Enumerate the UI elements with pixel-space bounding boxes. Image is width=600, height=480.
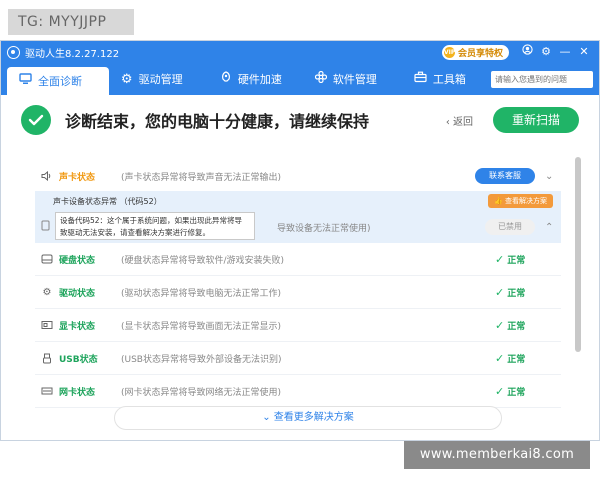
back-label: 返回: [453, 116, 473, 128]
list-item-sound[interactable]: 声卡状态 (声卡状态异常将导致声音无法正常输出) 联系客服 ⌄: [35, 161, 561, 191]
item-name: 网卡状态: [59, 387, 96, 398]
check-icon: ✓: [495, 252, 505, 266]
more-solutions-button[interactable]: ⌄ 查看更多解决方案: [114, 406, 502, 430]
item-name: 显卡状态: [59, 321, 96, 332]
error-title: 声卡设备状态异常 （代码52）: [53, 196, 162, 206]
user-icon[interactable]: [518, 44, 536, 60]
disabled-button[interactable]: 已禁用: [485, 219, 535, 235]
gear-icon: ⚙: [120, 71, 133, 87]
close-icon[interactable]: ✕: [575, 44, 593, 60]
contact-support-button[interactable]: 联系客服: [475, 168, 535, 184]
list-item-network[interactable]: 网卡状态 (网卡状态异常将导致网络无法正常使用) ✓ 正常: [35, 375, 561, 408]
title-bar: 驱动人生8.2.27.122 VIP 会员享特权 ⚙ — ✕: [1, 41, 599, 63]
app-title: 驱动人生8.2.27.122: [25, 48, 120, 60]
usb-icon: [40, 353, 54, 364]
status-label: 正常: [507, 354, 526, 365]
item-desc: (声卡状态异常将导致声音无法正常输出): [121, 172, 282, 183]
app-logo-icon: [7, 45, 20, 59]
main-nav: 全面诊断 ⚙ 驱动管理 硬件加速 软件管理 工具箱: [1, 63, 599, 95]
tab-hardware-acceleration[interactable]: 硬件加速: [208, 63, 303, 95]
list-item-harddisk[interactable]: 硬盘状态 (硬盘状态异常将导致软件/游戏安装失败) ✓ 正常: [35, 243, 561, 276]
item-name: 硬盘状态: [59, 255, 96, 266]
status-ok: ✓ 正常: [495, 253, 561, 266]
check-icon: ✓: [495, 285, 505, 299]
more-label: 查看更多解决方案: [273, 412, 354, 423]
item-desc: (硬盘状态异常将导致软件/游戏安装失败): [121, 255, 285, 266]
tab-driver-management[interactable]: ⚙ 驱动管理: [109, 63, 208, 95]
success-check-icon: [21, 105, 51, 135]
search-input[interactable]: [491, 70, 593, 88]
gear-icon[interactable]: ⚙: [537, 44, 555, 60]
list-item-driver[interactable]: ⚙ 驱动状态 (驱动状态异常将导致电脑无法正常工作) ✓ 正常: [35, 276, 561, 309]
status-label: 正常: [507, 288, 526, 299]
summary-message: 诊断结束，您的电脑十分健康，请继续保持: [65, 112, 370, 131]
toolbox-icon: [414, 71, 427, 87]
device-icon: [41, 220, 53, 234]
item-desc: (驱动状态异常将导致电脑无法正常工作): [121, 288, 282, 299]
tooltip-line: 致驱动无法安装，请查看解决方案进行修复。: [60, 228, 210, 237]
tab-label: 驱动管理: [138, 73, 183, 86]
status-label: 正常: [507, 321, 526, 332]
view-solution-button[interactable]: 👍 查看解决方案: [488, 194, 553, 208]
error-header: 声卡设备状态异常 （代码52） 👍 查看解决方案: [35, 191, 561, 211]
harddisk-icon: [40, 254, 54, 265]
tab-software-management[interactable]: 软件管理: [303, 63, 402, 95]
status-ok: ✓ 正常: [495, 352, 561, 365]
apps-icon: [314, 70, 328, 87]
site-watermark: www.memberkai8.com: [404, 441, 590, 469]
tab-label: 工具箱: [432, 73, 466, 86]
status-label: 正常: [507, 387, 526, 398]
error-device-row: 导致设备无法正常使用) 已禁用 ⌃ 设备代码52：这个属于系统问题，如果出现此异…: [35, 211, 561, 243]
item-desc: (网卡状态异常将导致网络无法正常使用): [121, 387, 282, 398]
item-name: 驱动状态: [59, 288, 96, 299]
solve-label: 查看解决方案: [505, 197, 547, 205]
chevron-up-icon[interactable]: ⌃: [545, 222, 555, 233]
minimize-icon[interactable]: —: [556, 44, 574, 60]
item-desc: (显卡状态异常将导致画面无法正常显示): [121, 321, 282, 332]
item-desc: (USB状态异常将导致外部设备无法识别): [121, 354, 282, 365]
diagnosis-summary: 诊断结束，您的电脑十分健康，请继续保持 ‹ 返回 重新扫描: [1, 95, 599, 145]
vip-label: 会员享特权: [457, 48, 503, 59]
tab-full-diagnosis[interactable]: 全面诊断: [7, 67, 109, 95]
list-scrollbar[interactable]: [575, 157, 581, 352]
app-window: 驱动人生8.2.27.122 VIP 会员享特权 ⚙ — ✕ 全面诊断 ⚙ 驱动…: [0, 40, 600, 441]
diagnosis-list: 声卡状态 (声卡状态异常将导致声音无法正常输出) 联系客服 ⌄ 声卡设备状态异常…: [35, 161, 561, 408]
status-label: 正常: [507, 255, 526, 266]
item-name: 声卡状态: [59, 172, 96, 183]
rocket-icon: [220, 71, 232, 87]
back-link[interactable]: ‹ 返回: [446, 113, 473, 128]
check-icon: ✓: [495, 318, 505, 332]
network-icon: [40, 386, 54, 397]
vip-badge[interactable]: VIP 会员享特权: [441, 44, 509, 60]
chevron-left-icon: ‹: [445, 116, 453, 128]
tab-label: 硬件加速: [237, 73, 282, 86]
status-ok: ✓ 正常: [495, 385, 561, 398]
tg-watermark: TG: MYYJJPP: [8, 9, 134, 35]
tab-toolbox[interactable]: 工具箱: [402, 63, 491, 95]
check-icon: ✓: [495, 351, 505, 365]
status-ok: ✓ 正常: [495, 319, 561, 332]
error-tooltip: 设备代码52：这个属于系统问题，如果出现此异常将导 致驱动无法安装，请查看解决方…: [55, 212, 255, 240]
gpu-icon: [40, 320, 54, 331]
tooltip-line: 设备代码52：这个属于系统问题，如果出现此异常将导: [60, 216, 243, 225]
tab-label: 软件管理: [332, 73, 377, 86]
gear-icon: ⚙: [42, 286, 52, 298]
item-name: USB状态: [59, 354, 98, 365]
status-ok: ✓ 正常: [495, 286, 561, 299]
thumbs-up-icon: 👍: [494, 197, 505, 205]
chevron-down-icon: ⌄: [262, 412, 274, 423]
list-item-usb[interactable]: USB状态 (USB状态异常将导致外部设备无法识别) ✓ 正常: [35, 342, 561, 375]
tab-label: 全面诊断: [38, 75, 82, 88]
monitor-icon: [19, 73, 32, 89]
rescan-button[interactable]: 重新扫描: [493, 107, 579, 133]
speaker-icon: [40, 170, 54, 182]
chevron-down-icon[interactable]: ⌄: [545, 171, 555, 182]
list-item-gpu[interactable]: 显卡状态 (显卡状态异常将导致画面无法正常显示) ✓ 正常: [35, 309, 561, 342]
check-icon: ✓: [495, 384, 505, 398]
vip-icon: VIP: [443, 46, 456, 58]
